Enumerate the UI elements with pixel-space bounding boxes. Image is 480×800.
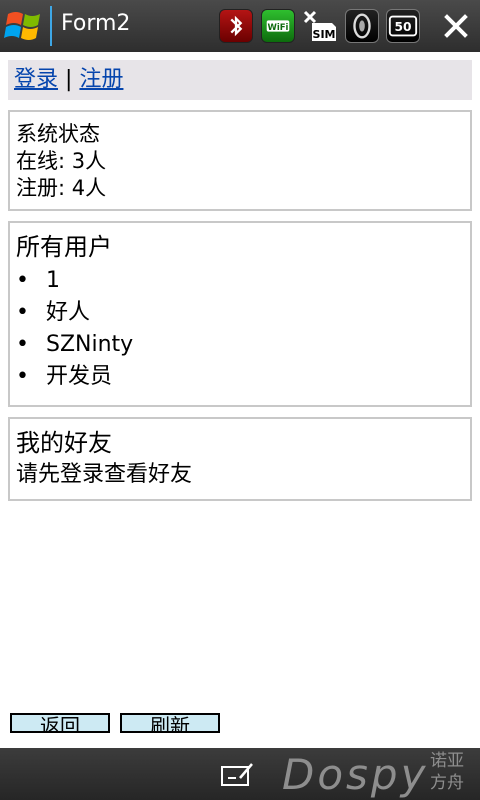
all-users-panel: 所有用户 • 1 • 好人 • SZNinty • 开发员 xyxy=(8,221,472,407)
bullet: • xyxy=(16,300,29,325)
user-list-item[interactable]: • 好人 xyxy=(16,297,462,329)
bullet: • xyxy=(16,332,29,357)
no-sim-icon[interactable]: SIM xyxy=(302,9,338,43)
status-title: 系统状态 xyxy=(16,122,100,146)
users-title: 所有用户 xyxy=(16,233,112,261)
app-title: Form2 xyxy=(61,11,131,36)
friends-login-prompt: 请先登录查看好友 xyxy=(16,462,193,487)
register-link[interactable]: 注册 xyxy=(79,67,123,92)
friends-title: 我的好友 xyxy=(16,429,112,457)
screen: Form2 WiFi SIM 50 登录 | 注册 系统状态 在线: 3人 注册… xyxy=(0,0,480,800)
user-name: 开发员 xyxy=(46,364,113,389)
bullet: • xyxy=(16,364,29,389)
volume-icon[interactable] xyxy=(345,9,379,43)
watermark-cn-line2: 方舟 xyxy=(430,773,464,793)
bottom-bar: Dospy 诺亚 方舟 xyxy=(0,748,480,800)
watermark-cn: 诺亚 方舟 xyxy=(430,750,470,794)
login-link[interactable]: 登录 xyxy=(14,67,58,92)
my-friends-panel: 我的好友 请先登录查看好友 xyxy=(8,417,472,501)
user-list: • 1 • 好人 • SZNinty • 开发员 xyxy=(16,265,462,393)
battery-icon[interactable]: 50 xyxy=(386,9,420,43)
svg-text:SIM: SIM xyxy=(313,28,336,41)
battery-level-text: 50 xyxy=(394,20,411,34)
system-status-panel: 系统状态 在线: 3人 注册: 4人 xyxy=(8,110,472,211)
user-list-item[interactable]: • 1 xyxy=(16,265,462,297)
refresh-button[interactable]: 刷新 xyxy=(120,713,220,733)
bullet: • xyxy=(16,268,29,293)
user-name: SZNinty xyxy=(46,332,134,357)
svg-text:WiFi: WiFi xyxy=(268,22,289,32)
registered-count: 注册: 4人 xyxy=(16,176,107,200)
user-name: 1 xyxy=(46,268,60,293)
user-name: 好人 xyxy=(46,300,91,325)
title-bar: Form2 WiFi SIM 50 xyxy=(0,0,480,52)
title-separator xyxy=(50,6,52,46)
online-count: 在线: 3人 xyxy=(16,149,107,173)
keyboard-input-icon[interactable] xyxy=(218,758,256,790)
windows-start-icon[interactable] xyxy=(2,4,48,48)
user-list-item[interactable]: • 开发员 xyxy=(16,361,462,393)
user-list-item[interactable]: • SZNinty xyxy=(16,329,462,361)
watermark-cn-line1: 诺亚 xyxy=(430,751,464,771)
close-icon[interactable] xyxy=(440,10,472,42)
wifi-icon[interactable]: WiFi xyxy=(261,9,295,43)
back-button[interactable]: 返回 xyxy=(10,713,110,733)
bluetooth-icon[interactable] xyxy=(219,9,253,43)
dospy-watermark: Dospy xyxy=(282,750,429,799)
auth-links-bar: 登录 | 注册 xyxy=(8,60,472,100)
link-separator: | xyxy=(65,67,73,92)
